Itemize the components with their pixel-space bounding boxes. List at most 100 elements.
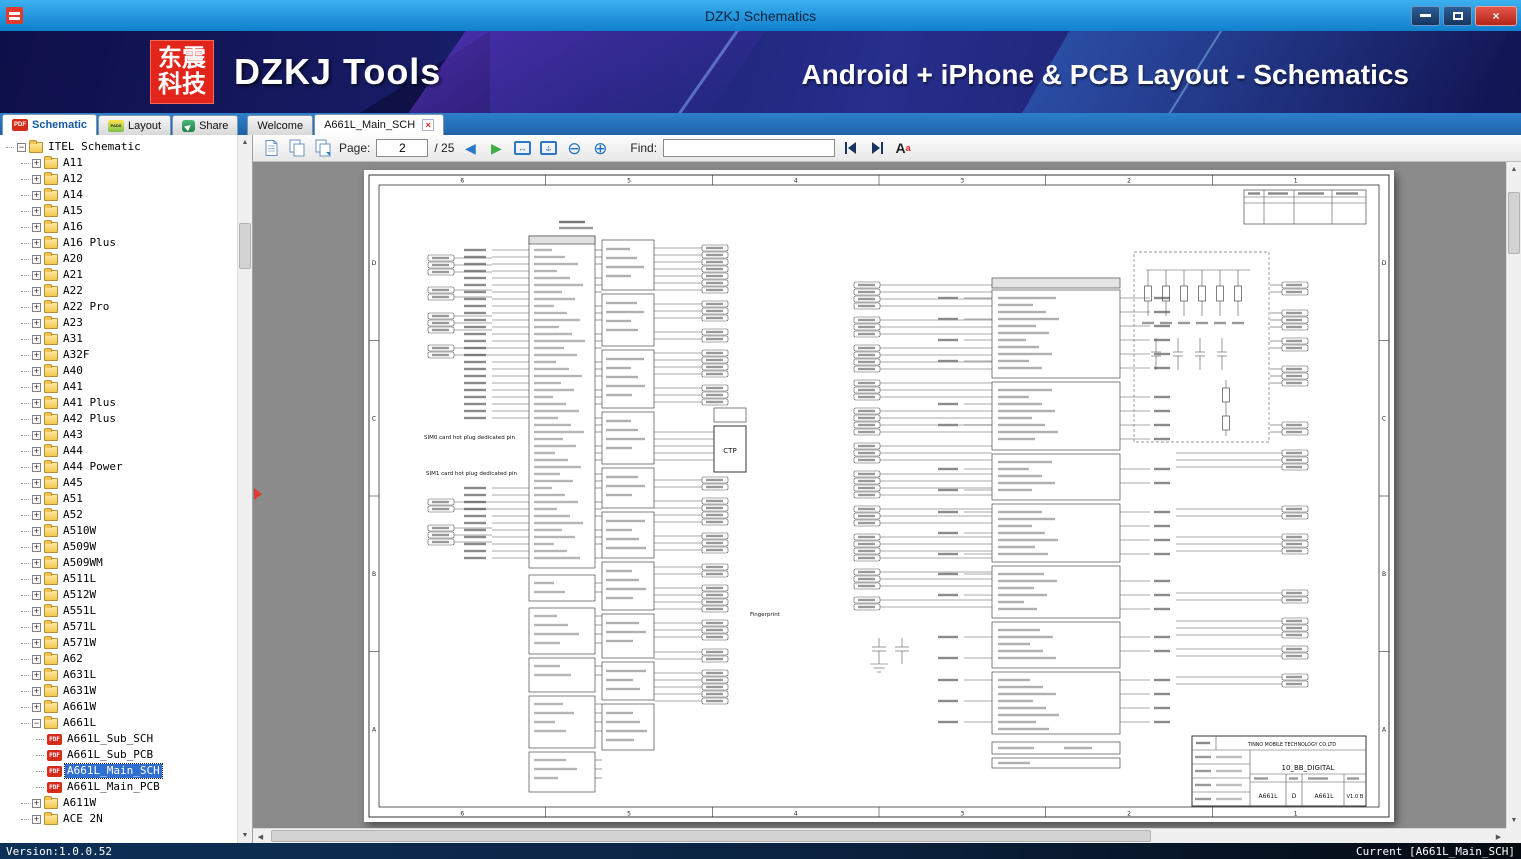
tree-item-ace-2n[interactable]: + ACE 2N xyxy=(2,811,236,827)
expand-icon[interactable]: + xyxy=(32,606,41,616)
expand-icon[interactable]: + xyxy=(32,558,41,568)
expand-icon[interactable]: + xyxy=(32,542,41,552)
tab-layout[interactable]: PADS Layout xyxy=(98,115,172,135)
tree-item-a23[interactable]: + A23 xyxy=(2,315,236,331)
tree-item-a12[interactable]: + A12 xyxy=(2,171,236,187)
content-vertical-scrollbar[interactable]: ▲ ▼ xyxy=(1506,162,1521,828)
expand-icon[interactable]: + xyxy=(32,670,41,680)
tree-item-a15[interactable]: + A15 xyxy=(2,203,236,219)
tree-item-a661w[interactable]: + A661W xyxy=(2,699,236,715)
tree-item-a512w[interactable]: + A512W xyxy=(2,587,236,603)
tree-item-a509w[interactable]: + A509W xyxy=(2,539,236,555)
tree-item-a661l-sub-sch[interactable]: PDF A661L_Sub_SCH xyxy=(2,731,236,747)
titlebar[interactable]: DZKJ Schematics × xyxy=(0,0,1521,31)
close-button[interactable]: × xyxy=(1475,5,1517,26)
expand-icon[interactable]: + xyxy=(32,334,41,344)
expand-icon[interactable]: + xyxy=(32,158,41,168)
tree-item-a43[interactable]: + A43 xyxy=(2,427,236,443)
tree-item-a661l[interactable]: − A661L xyxy=(2,715,236,731)
tab-welcome[interactable]: Welcome xyxy=(247,115,314,135)
tree-item-a14[interactable]: + A14 xyxy=(2,187,236,203)
snapshot-icon[interactable] xyxy=(313,137,333,159)
scrollbar-thumb[interactable] xyxy=(271,830,1151,842)
tree-item-a21[interactable]: + A21 xyxy=(2,267,236,283)
tree-item-a41[interactable]: + A41 xyxy=(2,379,236,395)
zoom-out-button[interactable]: ⊖ xyxy=(564,137,584,159)
expand-icon[interactable]: + xyxy=(32,190,41,200)
tree-item-a40[interactable]: + A40 xyxy=(2,363,236,379)
splitter-collapse-arrow[interactable] xyxy=(254,488,262,500)
single-page-icon[interactable] xyxy=(261,137,281,159)
tree-item-a511l[interactable]: + A511L xyxy=(2,571,236,587)
find-next-button[interactable] xyxy=(867,137,887,159)
tree-item-a20[interactable]: + A20 xyxy=(2,251,236,267)
expand-icon[interactable]: + xyxy=(32,302,41,312)
tree-item-a510w[interactable]: + A510W xyxy=(2,523,236,539)
expand-icon[interactable]: + xyxy=(32,702,41,712)
page-number-input[interactable] xyxy=(376,139,429,157)
minimize-button[interactable] xyxy=(1411,5,1440,26)
expand-icon[interactable]: + xyxy=(32,430,41,440)
scroll-left-icon[interactable]: ◀ xyxy=(253,829,268,843)
tree-item-a661l-main-sch[interactable]: PDF A661L_Main_SCH xyxy=(2,763,236,779)
tab-schematic[interactable]: PDF Schematic xyxy=(2,114,98,135)
expand-icon[interactable]: + xyxy=(32,174,41,184)
copy-page-icon[interactable] xyxy=(287,137,307,159)
expand-icon[interactable]: + xyxy=(32,222,41,232)
next-page-button[interactable]: ▶ xyxy=(486,137,506,159)
expand-icon[interactable]: + xyxy=(32,446,41,456)
collapse-icon[interactable]: − xyxy=(32,718,41,728)
tab-share[interactable]: Share xyxy=(172,115,239,135)
expand-icon[interactable]: + xyxy=(32,398,41,408)
expand-icon[interactable]: + xyxy=(32,206,41,216)
expand-icon[interactable]: + xyxy=(32,638,41,648)
expand-icon[interactable]: + xyxy=(32,590,41,600)
scrollbar-thumb[interactable] xyxy=(239,223,251,269)
collapse-icon[interactable]: − xyxy=(17,142,26,152)
tree-item-a631w[interactable]: + A631W xyxy=(2,683,236,699)
tree-item-a509wm[interactable]: + A509WM xyxy=(2,555,236,571)
expand-icon[interactable]: + xyxy=(32,366,41,376)
tree-item-a11[interactable]: + A11 xyxy=(2,155,236,171)
expand-icon[interactable]: + xyxy=(32,238,41,248)
expand-icon[interactable]: + xyxy=(32,382,41,392)
scroll-down-icon[interactable]: ▼ xyxy=(238,828,252,843)
tree-item-a51[interactable]: + A51 xyxy=(2,491,236,507)
fit-page-button[interactable]: ↔ ↕ xyxy=(538,137,558,159)
expand-icon[interactable]: + xyxy=(32,462,41,472)
expand-icon[interactable]: + xyxy=(32,414,41,424)
tree-item-a52[interactable]: + A52 xyxy=(2,507,236,523)
tree-item-a45[interactable]: + A45 xyxy=(2,475,236,491)
tree-item-a44-power[interactable]: + A44 Power xyxy=(2,459,236,475)
tree-item-a31[interactable]: + A31 xyxy=(2,331,236,347)
expand-icon[interactable]: + xyxy=(32,510,41,520)
tree-item-a571w[interactable]: + A571W xyxy=(2,635,236,651)
expand-icon[interactable]: + xyxy=(32,622,41,632)
expand-icon[interactable]: + xyxy=(32,526,41,536)
tree-item-a611w[interactable]: + A611W xyxy=(2,795,236,811)
tree-item-a44[interactable]: + A44 xyxy=(2,443,236,459)
maximize-button[interactable] xyxy=(1443,5,1472,26)
sidebar-scrollbar[interactable]: ▲ ▼ xyxy=(237,135,252,843)
find-previous-button[interactable] xyxy=(841,137,861,159)
expand-icon[interactable]: + xyxy=(32,798,41,808)
tree-item-a42-plus[interactable]: + A42 Plus xyxy=(2,411,236,427)
fit-width-button[interactable]: ↔ xyxy=(512,137,532,159)
expand-icon[interactable]: + xyxy=(32,494,41,504)
schematic-page[interactable]: SIM0 card hot plug dedicated pin SIM1 car… xyxy=(364,170,1394,822)
tree-item-a551l[interactable]: + A551L xyxy=(2,603,236,619)
expand-icon[interactable]: + xyxy=(32,574,41,584)
scroll-down-icon[interactable]: ▼ xyxy=(1507,813,1521,828)
scrollbar-thumb[interactable] xyxy=(1508,192,1520,254)
scroll-up-icon[interactable]: ▲ xyxy=(1507,162,1521,177)
tree-item-a22[interactable]: + A22 xyxy=(2,283,236,299)
scroll-up-icon[interactable]: ▲ xyxy=(238,135,252,150)
expand-icon[interactable]: + xyxy=(32,270,41,280)
expand-icon[interactable]: + xyxy=(32,318,41,328)
zoom-in-button[interactable]: ⊕ xyxy=(590,137,610,159)
tree-item-a571l[interactable]: + A571L xyxy=(2,619,236,635)
scroll-right-icon[interactable]: ▶ xyxy=(1491,829,1506,843)
previous-page-button[interactable]: ◀ xyxy=(460,137,480,159)
find-input[interactable] xyxy=(663,139,836,157)
tree-item-a631l[interactable]: + A631L xyxy=(2,667,236,683)
